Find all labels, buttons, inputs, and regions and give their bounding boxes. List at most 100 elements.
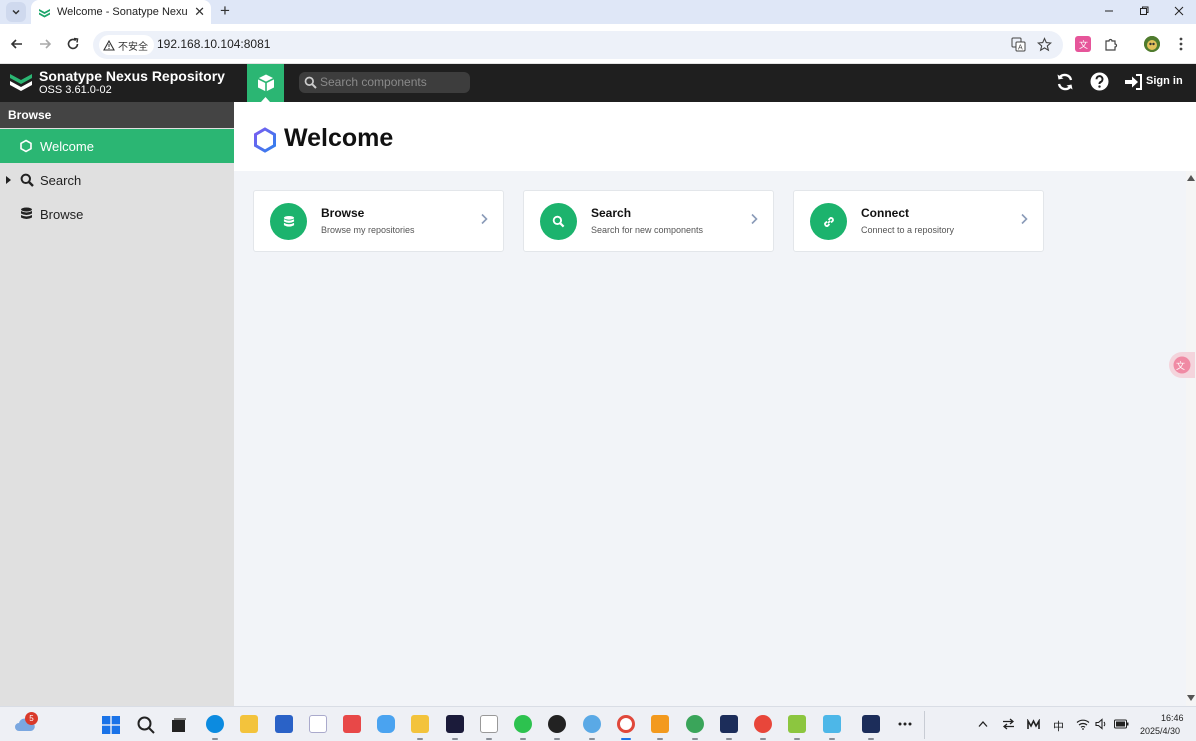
more-apps-icon[interactable] (898, 722, 912, 726)
page-header: Welcome (234, 102, 1186, 171)
nexus-header: Sonatype Nexus Repository OSS 3.61.0-02 … (0, 64, 1196, 102)
running-indicator (486, 738, 492, 740)
sidebar-item-label: Search (40, 173, 82, 188)
forward-icon[interactable] (36, 35, 54, 53)
cat-app-icon[interactable] (862, 715, 880, 733)
hexagon-icon (20, 139, 32, 153)
reload-icon[interactable] (64, 35, 82, 53)
component-search-input[interactable]: Search components (299, 72, 470, 93)
running-indicator (212, 738, 218, 740)
floating-translate-button[interactable]: 文 (1169, 352, 1195, 378)
close-window-icon[interactable] (1164, 2, 1194, 20)
page-scrollbar[interactable] (1186, 171, 1196, 706)
weather-widget[interactable]: 5 (14, 712, 38, 733)
typora-icon[interactable] (480, 715, 498, 733)
browser-tab[interactable]: Welcome - Sonatype Nexus ✕ (31, 0, 211, 24)
green-doc-icon[interactable] (788, 715, 806, 733)
folder-icon[interactable] (411, 715, 429, 733)
scroll-down-icon[interactable] (1187, 695, 1195, 702)
card-icon-circle (540, 203, 577, 240)
extensions-puzzle-icon[interactable] (1103, 36, 1119, 52)
notepad-icon[interactable] (823, 715, 841, 733)
chevron-right-icon (481, 213, 488, 225)
wifi-icon[interactable] (1076, 718, 1090, 730)
huawei-app-icon[interactable] (343, 715, 361, 733)
sign-in-icon[interactable] (1124, 74, 1143, 90)
back-icon[interactable] (8, 35, 26, 53)
hexagon-logo-icon (254, 127, 276, 153)
tab-close-icon[interactable]: ✕ (194, 5, 205, 19)
wechat-icon[interactable] (514, 715, 532, 733)
sidebar-item-welcome[interactable]: Welcome (0, 129, 234, 163)
address-bar[interactable]: 不安全 192.168.10.104:8081 (93, 31, 1063, 59)
running-indicator (589, 738, 595, 740)
card-subtitle: Connect to a repository (861, 225, 955, 235)
scroll-up-icon[interactable] (1187, 174, 1195, 181)
nexus-logo-icon (10, 74, 32, 91)
ime-indicator[interactable]: 中 (1053, 718, 1064, 734)
windows-start-icon[interactable] (102, 716, 120, 734)
svg-text:文: 文 (1079, 39, 1088, 49)
taskbar-search-icon[interactable] (137, 716, 155, 734)
browse-mode-button[interactable] (247, 64, 284, 102)
card-title: Search (591, 206, 632, 220)
intellij-icon[interactable] (446, 715, 464, 733)
connect-card[interactable]: Connect Connect to a repository (793, 190, 1044, 252)
new-tab-button[interactable]: + (220, 1, 230, 21)
cloud-app-icon[interactable] (377, 715, 395, 733)
clock-date[interactable]: 2025/4/30 (1140, 726, 1180, 736)
extension-translate-icon[interactable]: 文 (1075, 36, 1091, 52)
app-m-icon[interactable] (309, 715, 327, 733)
search-card[interactable]: Search Search for new components (523, 190, 774, 252)
sidebar-item-label: Welcome (40, 139, 94, 154)
svg-text:文: 文 (1176, 360, 1185, 372)
security-label: 不安全 (118, 41, 148, 53)
battery-icon[interactable] (1114, 719, 1129, 729)
security-chip[interactable]: 不安全 (99, 35, 154, 55)
store-icon[interactable] (275, 715, 293, 733)
sidebar-item-search[interactable]: Search (0, 163, 234, 197)
running-indicator (760, 738, 766, 740)
browser-toolbar: 不安全 192.168.10.104:8081 A 文 (0, 24, 1196, 64)
running-indicator (520, 738, 526, 740)
qq-icon[interactable] (548, 715, 566, 733)
warning-icon (103, 39, 115, 51)
terminal-app-icon[interactable] (720, 715, 738, 733)
refresh-icon[interactable] (1055, 72, 1075, 92)
svg-text:A: A (1018, 44, 1023, 51)
chrome-icon[interactable] (617, 715, 635, 733)
translate-icon[interactable]: A (1010, 36, 1026, 52)
task-view-icon[interactable] (171, 717, 187, 733)
switch-icon[interactable] (1002, 718, 1015, 730)
sidebar-item-browse[interactable]: Browse (0, 197, 234, 231)
file-explorer-icon[interactable] (240, 715, 258, 733)
sign-in-link[interactable]: Sign in (1146, 75, 1183, 87)
nexus-favicon-icon (39, 8, 50, 17)
minimize-icon[interactable] (1094, 2, 1124, 20)
cube-icon (257, 74, 274, 92)
remote-desktop-icon[interactable] (651, 715, 669, 733)
profile-avatar[interactable] (1144, 36, 1160, 52)
running-indicator (554, 738, 560, 740)
more-menu-icon[interactable] (1173, 36, 1189, 52)
browse-card[interactable]: Browse Browse my repositories (253, 190, 504, 252)
bookmark-star-icon[interactable] (1036, 36, 1052, 52)
tab-search-button[interactable] (6, 2, 26, 22)
running-indicator (829, 738, 835, 740)
speaker-icon[interactable] (1095, 718, 1108, 730)
clock-time[interactable]: 16:46 (1161, 713, 1184, 723)
restore-icon[interactable] (1129, 2, 1159, 20)
chevron-right-icon (1021, 213, 1028, 225)
card-subtitle: Search for new components (591, 225, 704, 235)
card-subtitle: Browse my repositories (321, 225, 415, 235)
network-app-icon[interactable] (686, 715, 704, 733)
expand-triangle-icon[interactable] (6, 176, 12, 184)
globe-app-icon[interactable] (583, 715, 601, 733)
main-content: Welcome Browse Browse my repositories Se… (234, 102, 1186, 706)
app-tray-m-icon[interactable] (1027, 719, 1040, 730)
edge-browser-icon[interactable] (206, 715, 224, 733)
search-icon (304, 76, 317, 89)
chevron-up-icon[interactable] (978, 720, 988, 728)
help-icon[interactable] (1090, 72, 1109, 91)
red-app-icon[interactable] (754, 715, 772, 733)
